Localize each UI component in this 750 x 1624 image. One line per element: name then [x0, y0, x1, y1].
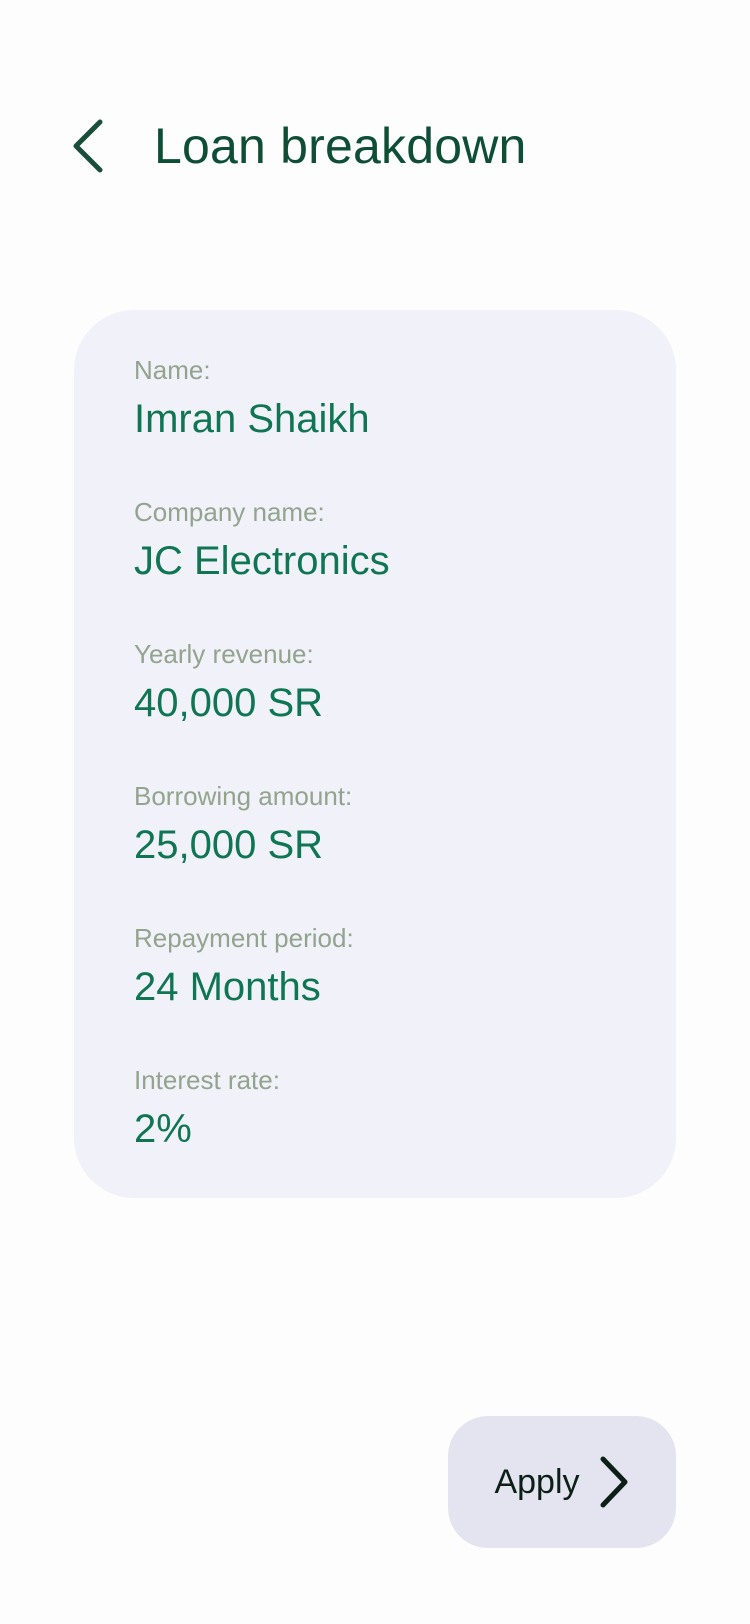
header: Loan breakdown — [64, 100, 527, 192]
field-label: Name: — [134, 355, 211, 385]
apply-button[interactable]: Apply — [448, 1416, 676, 1548]
yearly-revenue-field: Yearly revenue: 40,000 SR — [134, 640, 676, 782]
field-label: Repayment period: — [134, 923, 354, 953]
field-value: 2% — [134, 1107, 192, 1151]
repayment-period-field: Repayment period: 24 Months — [134, 924, 676, 1066]
company-name-field: Company name: JC Electronics — [134, 498, 676, 640]
chevron-right-icon — [600, 1456, 628, 1508]
borrowing-amount-field: Borrowing amount: 25,000 SR — [134, 782, 676, 924]
field-label: Company name: — [134, 497, 325, 527]
page-title: Loan breakdown — [154, 118, 527, 174]
chevron-left-icon — [73, 119, 103, 173]
apply-button-label: Apply — [494, 1462, 580, 1501]
field-label: Yearly revenue: — [134, 639, 314, 669]
name-field: Name: Imran Shaikh — [134, 356, 676, 498]
field-value: Imran Shaikh — [134, 397, 370, 441]
back-button[interactable] — [64, 110, 112, 182]
field-value: JC Electronics — [134, 539, 390, 583]
field-value: 25,000 SR — [134, 823, 324, 867]
field-label: Interest rate: — [134, 1065, 280, 1095]
interest-rate-field: Interest rate: 2% — [134, 1066, 676, 1208]
field-label: Borrowing amount: — [134, 781, 353, 811]
loan-details-card: Name: Imran Shaikh Company name: JC Elec… — [74, 310, 676, 1198]
field-value: 24 Months — [134, 965, 321, 1009]
field-value: 40,000 SR — [134, 681, 324, 725]
